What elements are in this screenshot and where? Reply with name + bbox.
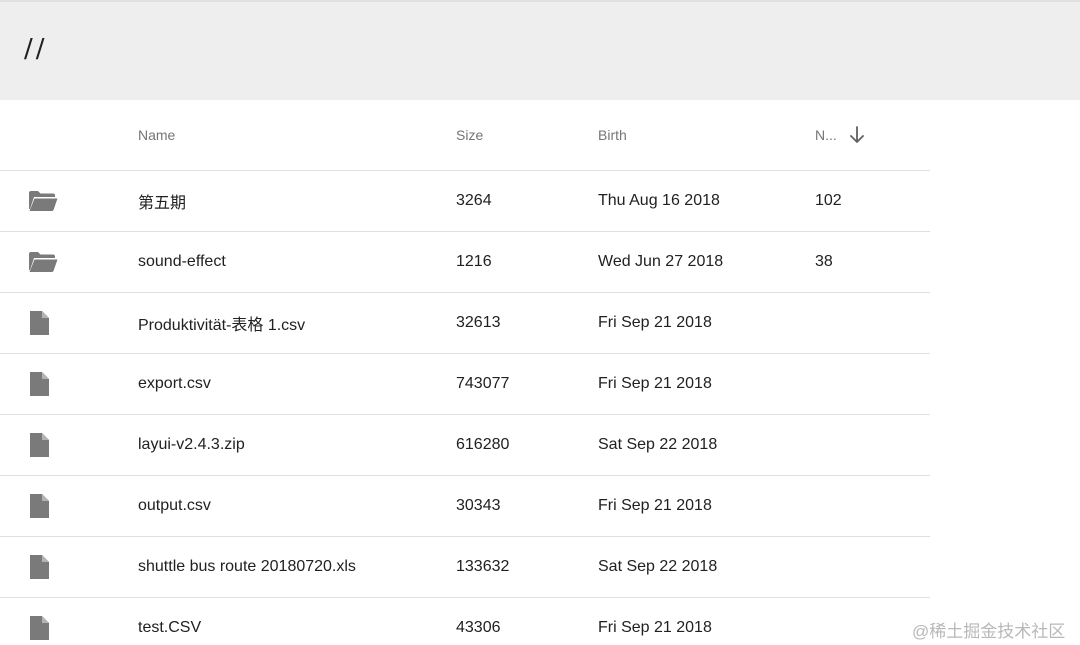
path-bar: //	[0, 0, 1080, 100]
file-size: 1216	[456, 253, 492, 270]
file-size: 43306	[456, 619, 501, 636]
file-birth-date: Thu Aug 16 2018	[598, 192, 720, 209]
folder-open-icon	[28, 232, 68, 292]
file-name[interactable]: output.csv	[138, 476, 211, 536]
file-n-count: 102	[815, 192, 842, 209]
file-size: 133632	[456, 558, 510, 575]
table-row[interactable]: sound-effect 1216 Wed Jun 27 2018 38	[0, 232, 930, 293]
file-name[interactable]: 第五期	[138, 171, 186, 231]
table-row[interactable]: layui-v2.4.3.zip 616280 Sat Sep 22 2018	[0, 415, 930, 476]
table-row[interactable]: export.csv 743077 Fri Sep 21 2018	[0, 354, 930, 415]
column-header-birth[interactable]: Birth	[598, 100, 627, 170]
table-body: 第五期 3264 Thu Aug 16 2018 102 sound-effect 121…	[0, 171, 930, 645]
file-size: 743077	[456, 375, 510, 392]
file-birth-date: Fri Sep 21 2018	[598, 314, 712, 331]
current-path[interactable]: //	[24, 34, 48, 64]
file-icon	[28, 476, 68, 536]
file-name[interactable]: test.CSV	[138, 598, 201, 645]
table-row[interactable]: test.CSV 43306 Fri Sep 21 2018	[0, 598, 930, 645]
file-browser: // Name Size Birth N... 第五期 3264 Thu Aug 1…	[0, 0, 1080, 645]
table-row[interactable]: output.csv 30343 Fri Sep 21 2018	[0, 476, 930, 537]
table-row[interactable]: 第五期 3264 Thu Aug 16 2018 102	[0, 171, 930, 232]
file-name[interactable]: layui-v2.4.3.zip	[138, 415, 245, 475]
column-header-n[interactable]: N...	[815, 100, 865, 170]
column-header-n-label: N...	[815, 127, 837, 143]
table-header: Name Size Birth N...	[0, 100, 930, 171]
file-birth-date: Wed Jun 27 2018	[598, 253, 724, 270]
file-size: 30343	[456, 497, 501, 514]
folder-open-icon	[28, 171, 68, 231]
watermark: @稀土掘金技术社区	[912, 622, 1066, 641]
arrow-down-icon[interactable]	[849, 126, 865, 144]
file-birth-date: Fri Sep 21 2018	[598, 497, 712, 514]
file-name[interactable]: Produktivität-表格 1.csv	[138, 293, 305, 353]
table-row[interactable]: Produktivität-表格 1.csv 32613 Fri Sep 21 20…	[0, 293, 930, 354]
file-n-count: 38	[815, 253, 833, 270]
file-icon	[28, 293, 68, 353]
file-icon	[28, 598, 68, 645]
file-icon	[28, 415, 68, 475]
file-size: 616280	[456, 436, 510, 453]
file-birth-date: Fri Sep 21 2018	[598, 375, 712, 392]
file-icon	[28, 354, 68, 414]
column-header-name[interactable]: Name	[138, 100, 175, 170]
file-icon	[28, 537, 68, 597]
file-birth-date: Sat Sep 22 2018	[598, 436, 718, 453]
file-birth-date: Sat Sep 22 2018	[598, 558, 718, 575]
table-row[interactable]: shuttle bus route 20180720.xls 133632 Sat …	[0, 537, 930, 598]
file-birth-date: Fri Sep 21 2018	[598, 619, 712, 636]
file-size: 32613	[456, 314, 501, 331]
file-name[interactable]: shuttle bus route 20180720.xls	[138, 537, 356, 597]
file-table: Name Size Birth N... 第五期 3264 Thu Aug 16 2…	[0, 100, 930, 645]
file-name[interactable]: export.csv	[138, 354, 211, 414]
file-name[interactable]: sound-effect	[138, 232, 226, 292]
column-header-size[interactable]: Size	[456, 100, 483, 170]
file-size: 3264	[456, 192, 492, 209]
